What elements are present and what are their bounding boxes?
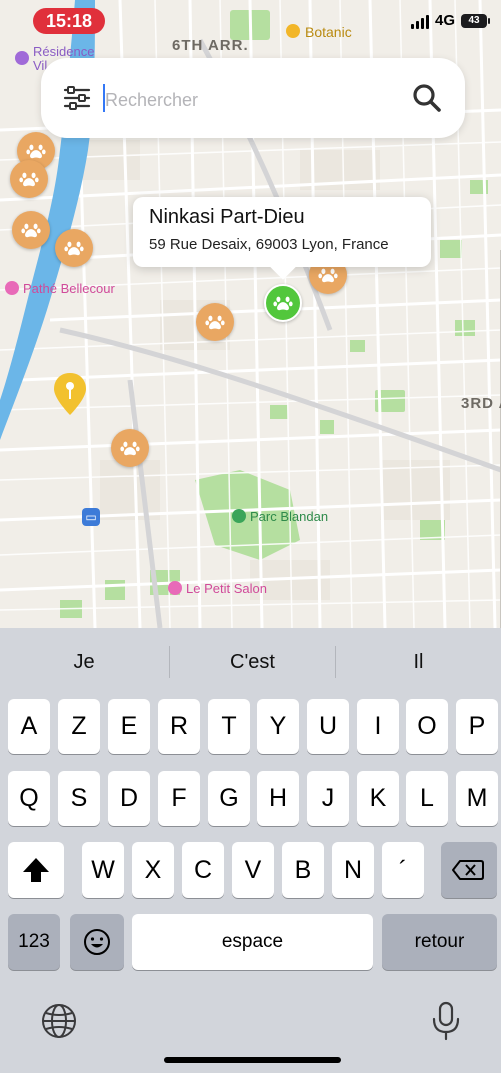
search-icon[interactable] [411, 82, 443, 114]
key-f[interactable]: F [158, 771, 200, 826]
map-pin[interactable] [196, 303, 234, 341]
battery-icon: 43 [461, 13, 490, 28]
map-pin-selected[interactable] [264, 284, 302, 322]
status-time: 15:18 [33, 8, 105, 34]
paw-icon [19, 172, 39, 187]
key-a[interactable]: A [8, 699, 50, 754]
search-bar [41, 58, 465, 138]
filter-icon[interactable] [61, 82, 93, 114]
key-w[interactable]: W [82, 842, 124, 898]
key-acute-accent[interactable]: ´ [382, 842, 424, 898]
callout-address: 59 Rue Desaix, 69003 Lyon, France [149, 236, 389, 253]
callout-place-name: Ninkasi Part-Dieu [149, 206, 305, 228]
shift-key[interactable] [8, 842, 64, 898]
search-input[interactable] [103, 86, 387, 114]
key-h[interactable]: H [257, 771, 299, 826]
paw-icon [26, 144, 46, 159]
key-k[interactable]: K [357, 771, 399, 826]
microphone-icon[interactable] [430, 1000, 462, 1042]
map-pin[interactable] [10, 160, 48, 198]
paw-icon [205, 315, 225, 330]
home-indicator[interactable] [164, 1057, 341, 1063]
key-t[interactable]: T [208, 699, 250, 754]
emoji-key[interactable] [70, 914, 124, 970]
key-i[interactable]: I [357, 699, 399, 754]
key-d[interactable]: D [108, 771, 150, 826]
key-m[interactable]: M [456, 771, 498, 826]
key-v[interactable]: V [232, 842, 274, 898]
key-s[interactable]: S [58, 771, 100, 826]
emoji-icon [84, 929, 110, 955]
globe-icon[interactable] [40, 1002, 78, 1040]
suggestion-1[interactable]: Je [0, 628, 168, 696]
location-pin-icon[interactable] [52, 371, 88, 417]
poi-label-parc-blandan[interactable]: Parc Blandan [250, 509, 328, 524]
status-bar: 15:18 4G 43 [0, 0, 501, 42]
paw-icon [21, 223, 41, 238]
key-j[interactable]: J [307, 771, 349, 826]
district-label-3rd: 3RD A [461, 395, 501, 412]
key-c[interactable]: C [182, 842, 224, 898]
key-u[interactable]: U [307, 699, 349, 754]
key-p[interactable]: P [456, 699, 498, 754]
paw-icon [64, 241, 84, 256]
key-n[interactable]: N [332, 842, 374, 898]
paw-icon [318, 268, 338, 283]
map-pin[interactable] [55, 229, 93, 267]
place-callout[interactable]: Ninkasi Part-Dieu 59 Rue Desaix, 69003 L… [133, 197, 431, 267]
signal-icon [410, 13, 429, 29]
key-o[interactable]: O [406, 699, 448, 754]
map-pin[interactable] [12, 211, 50, 249]
key-r[interactable]: R [158, 699, 200, 754]
backspace-icon [452, 860, 484, 880]
train-station-icon[interactable]: ▭ [82, 508, 100, 526]
suggestion-3[interactable]: Il [336, 628, 501, 696]
key-g[interactable]: G [208, 771, 250, 826]
key-b[interactable]: B [282, 842, 324, 898]
key-q[interactable]: Q [8, 771, 50, 826]
key-x[interactable]: X [132, 842, 174, 898]
key-z[interactable]: Z [58, 699, 100, 754]
paw-icon [120, 441, 140, 456]
numbers-key[interactable]: 123 [8, 914, 60, 970]
delete-key[interactable] [441, 842, 497, 898]
key-e[interactable]: E [108, 699, 150, 754]
map-pin[interactable] [111, 429, 149, 467]
space-key[interactable]: espace [132, 914, 373, 970]
poi-label-petit-salon[interactable]: Le Petit Salon [186, 581, 267, 596]
map-view[interactable]: 6TH ARR. 3RD A Botanic Résidence Vil Pat… [0, 0, 501, 628]
key-y[interactable]: Y [257, 699, 299, 754]
paw-icon [273, 296, 293, 311]
text-cursor [103, 84, 105, 112]
keyboard: Je C'est Il A Z E R T Y U I O P Q S D F … [0, 628, 501, 1073]
key-l[interactable]: L [406, 771, 448, 826]
network-type: 4G [434, 12, 455, 29]
poi-label-pathe[interactable]: Pathé Bellecour [23, 281, 115, 296]
return-key[interactable]: retour [382, 914, 497, 970]
suggestion-2[interactable]: C'est [170, 628, 335, 696]
shift-icon [23, 858, 49, 882]
